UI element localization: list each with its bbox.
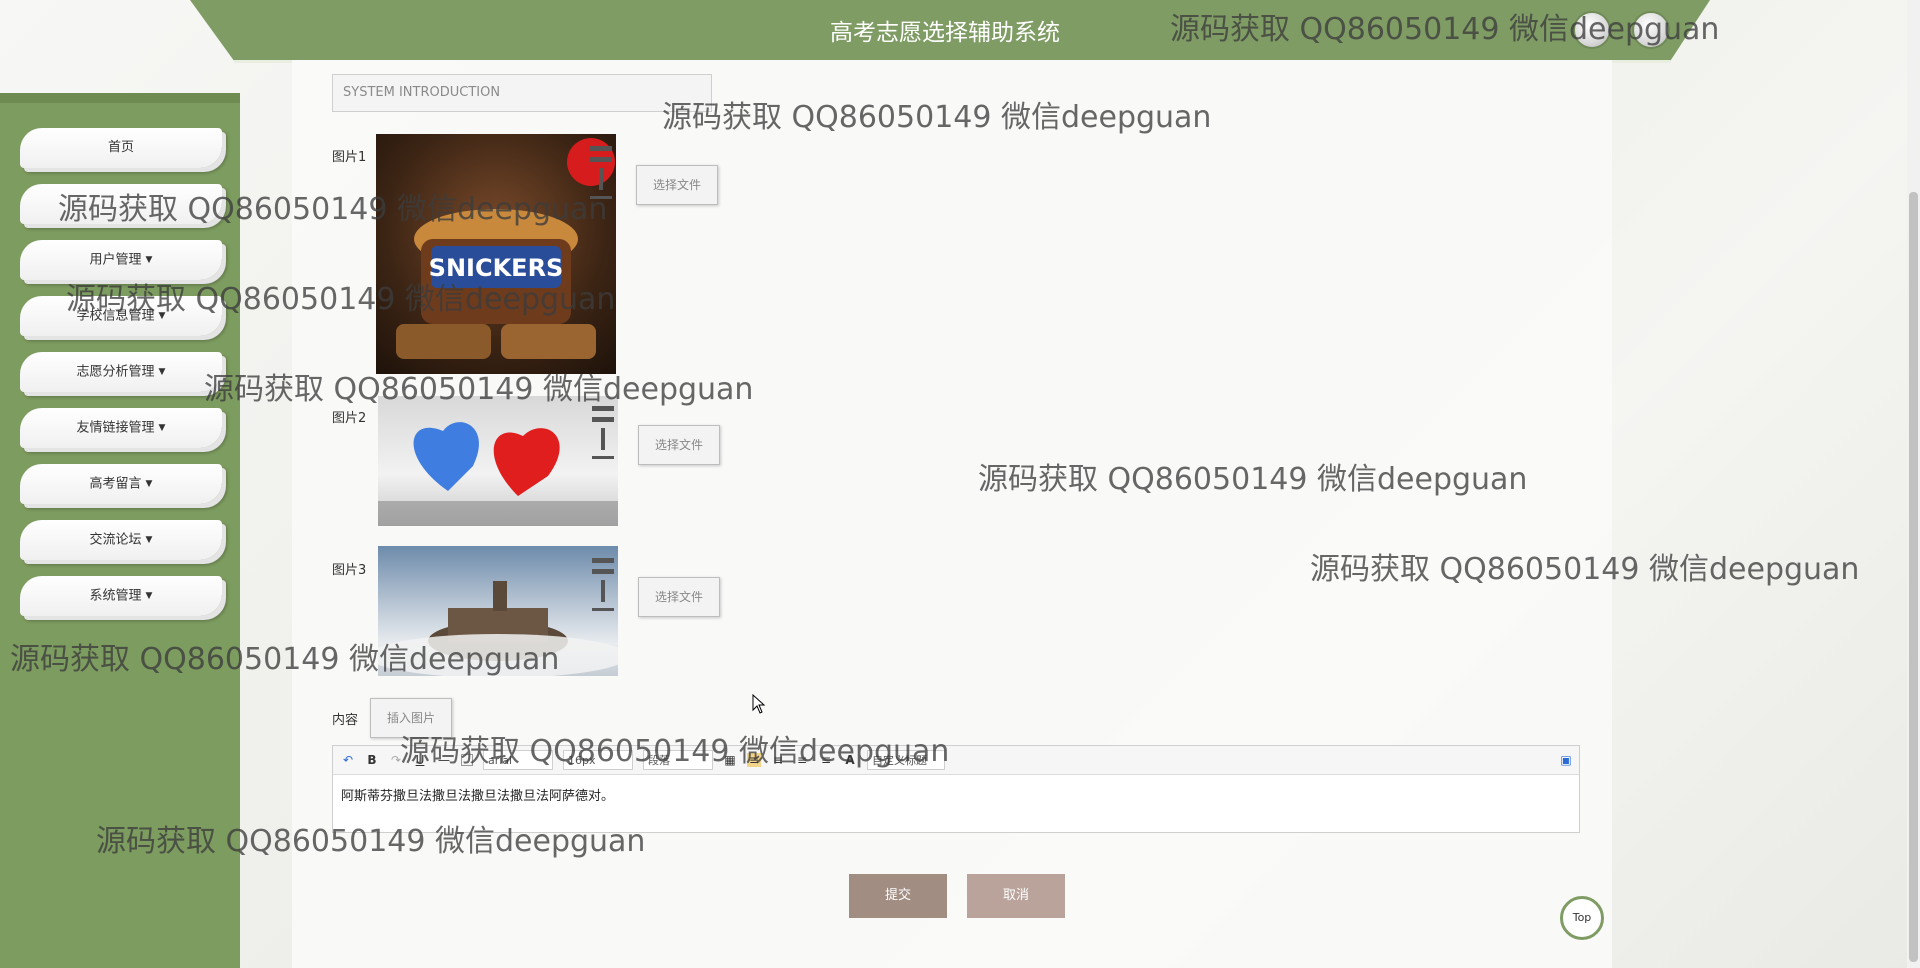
caret-down-icon: ▼ <box>145 255 153 265</box>
underline-icon[interactable]: U <box>413 753 427 767</box>
table-icon[interactable]: ▦ <box>723 753 737 767</box>
title-input-placeholder: SYSTEM INTRODUCTION <box>343 85 501 100</box>
image-handle-icon <box>590 146 612 205</box>
picture2-image <box>378 396 618 526</box>
rich-text-editor[interactable]: ↶ B ↷ U — arial 16px 段落 ▦ ≡ ≡ ≡ ≡ A 自定义标… <box>332 745 1580 833</box>
font-size-value: 16px <box>568 753 596 767</box>
sidebar-item-label: 高考留言 <box>89 476 142 492</box>
sidebar-item-user-management[interactable]: 用户管理 ▼ <box>20 240 222 280</box>
caret-down-icon: ▼ <box>158 367 166 377</box>
sidebar-item-label: 友情链接管理 <box>76 420 155 436</box>
sidebar-item-label: 交流论坛 <box>89 532 142 548</box>
picture1-label: 图片1 <box>332 150 367 165</box>
chocolate-product-image: SNICKERS <box>396 138 615 359</box>
sidebar-item-volunteer-analysis[interactable]: 志愿分析管理 ▼ <box>20 352 222 392</box>
picture3-image <box>378 546 618 676</box>
header-circle-button-2[interactable] <box>1632 11 1670 49</box>
picture2-choose-file-button[interactable]: 选择文件 <box>638 425 720 465</box>
bold-icon[interactable]: B <box>365 753 379 767</box>
sidebar-item-label: 首页 <box>107 140 134 155</box>
caret-down-icon: ▼ <box>158 311 166 321</box>
hearts-image <box>378 422 618 526</box>
fullscreen-icon[interactable]: ▣ <box>1559 753 1573 767</box>
sidebar-item-label: 系统管理 <box>89 588 142 604</box>
undo-icon[interactable]: ↶ <box>341 753 355 767</box>
mouse-cursor-icon <box>752 694 766 714</box>
editor-toolbar: ↶ B ↷ U — arial 16px 段落 ▦ ≡ ≡ ≡ ≡ A 自定义标… <box>333 746 1579 775</box>
svg-text:SNICKERS: SNICKERS <box>429 254 564 282</box>
scrollbar-thumb[interactable] <box>1909 192 1918 962</box>
font-family-select[interactable]: arial <box>483 750 553 770</box>
border-icon[interactable] <box>461 754 473 766</box>
sidebar-item-forum[interactable]: 交流论坛 ▼ <box>20 520 222 560</box>
align-justify-icon[interactable]: ≡ <box>819 753 833 767</box>
insert-image-button[interactable]: 插入图片 <box>370 698 452 738</box>
picture3-label: 图片3 <box>332 563 367 578</box>
page-scrollbar[interactable] <box>1907 0 1920 968</box>
picture1-image: SNICKERS <box>376 134 616 374</box>
picture1-choose-file-button[interactable]: 选择文件 <box>636 165 718 205</box>
caret-down-icon: ▼ <box>145 535 153 545</box>
header-circle-button-1[interactable] <box>1573 11 1611 49</box>
align-center-icon[interactable]: ≡ <box>795 753 809 767</box>
sidebar-item-label: 志愿分析管理 <box>76 364 155 380</box>
font-color-icon[interactable]: A <box>843 753 857 767</box>
castle-in-fog-image <box>378 581 618 676</box>
sidebar-item-label: 学校信息管理 <box>76 308 155 324</box>
strikethrough-icon[interactable]: — <box>437 753 451 767</box>
caret-down-icon: ▼ <box>158 423 166 433</box>
align-right-icon[interactable]: ≡ <box>771 753 785 767</box>
sidebar-item-school-info[interactable]: 学校信息管理 ▼ <box>20 296 222 336</box>
submit-button[interactable]: 提交 <box>849 874 947 918</box>
image-handle-icon <box>592 406 614 465</box>
sidebar-item-friend-links[interactable]: 友情链接管理 ▼ <box>20 408 222 448</box>
editor-content[interactable]: 阿斯蒂芬撒旦法撒旦法撒旦法撒旦法阿萨德对。 <box>333 775 1579 814</box>
caret-down-icon: ▼ <box>145 591 153 601</box>
custom-heading-select[interactable]: 自定义标题 <box>867 750 945 770</box>
image-handle-icon <box>592 558 614 617</box>
system-title: 高考志愿选择辅助系统 <box>830 20 1060 46</box>
redo-icon[interactable]: ↷ <box>389 753 403 767</box>
title-input[interactable]: SYSTEM INTRODUCTION <box>332 74 712 112</box>
back-to-top-button[interactable]: Top <box>1560 896 1604 940</box>
sidebar-item-system-management[interactable]: 系统管理 ▼ <box>20 576 222 616</box>
sidebar-item-exam-messages[interactable]: 高考留言 ▼ <box>20 464 222 504</box>
align-left-icon[interactable]: ≡ <box>747 753 761 767</box>
paragraph-value: 段落 <box>648 754 670 767</box>
content-label: 内容 <box>332 713 359 728</box>
picture2-label: 图片2 <box>332 411 367 426</box>
paragraph-select[interactable]: 段落 <box>643 750 713 770</box>
custom-heading-value: 自定义标题 <box>872 754 927 767</box>
sidebar-item-label: 用户管理 <box>89 252 142 268</box>
caret-down-icon: ▼ <box>145 479 153 489</box>
sidebar-top-edge <box>0 93 240 103</box>
cancel-button[interactable]: 取消 <box>967 874 1065 918</box>
font-size-select[interactable]: 16px <box>563 750 633 770</box>
sidebar-item-blank[interactable] <box>20 184 222 224</box>
picture3-choose-file-button[interactable]: 选择文件 <box>638 577 720 617</box>
font-family-value: arial <box>488 753 513 767</box>
sidebar-item-home[interactable]: 首页 <box>20 128 222 168</box>
